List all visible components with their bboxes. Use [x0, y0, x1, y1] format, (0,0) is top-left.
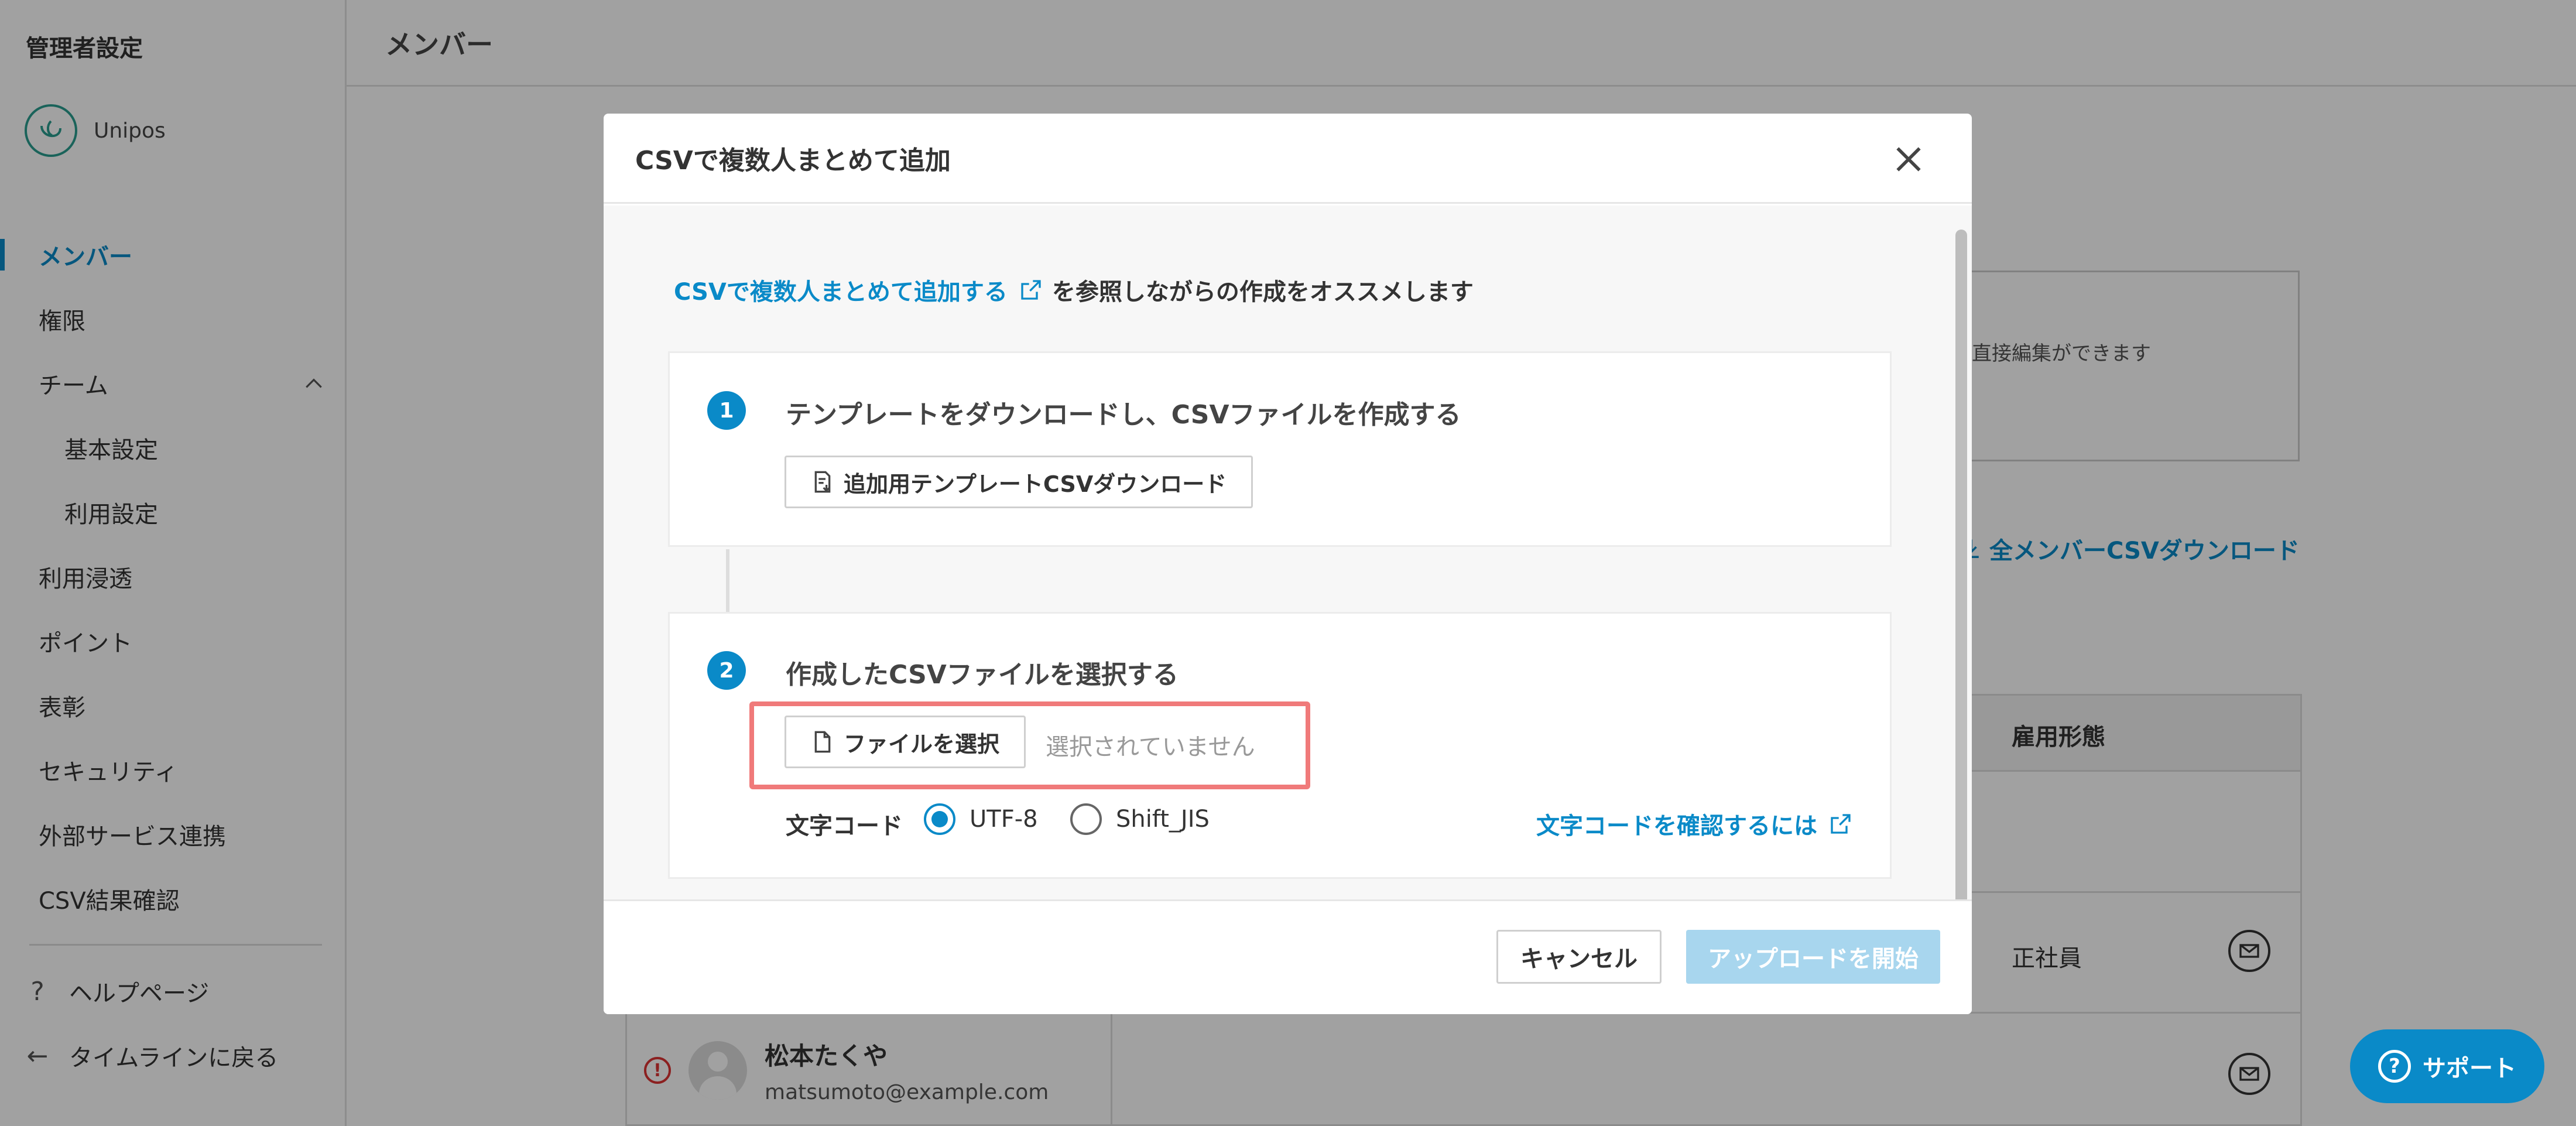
encoding-utf8-radio[interactable]: UTF-8 [924, 803, 1038, 835]
close-icon[interactable] [1892, 143, 1925, 176]
download-template-label: 追加用テンプレートCSVダウンロード [844, 471, 1227, 497]
choose-file-button[interactable]: ファイルを選択 [785, 716, 1026, 768]
file-download-icon [814, 471, 831, 493]
file-status: 選択されていません [1046, 734, 1255, 761]
question-circle-icon: ? [2378, 1050, 2411, 1083]
external-link-icon [1021, 280, 1041, 300]
download-template-button[interactable]: 追加用テンプレートCSVダウンロード [785, 456, 1253, 508]
intro-line: CSVで複数人まとめて追加する を参照しながらの作成をオススメします [674, 273, 1474, 307]
encoding-utf8-label: UTF-8 [970, 806, 1038, 833]
encoding-shiftjis-radio[interactable]: Shift_JIS [1070, 803, 1210, 835]
step-1-card [668, 351, 1892, 547]
file-icon [814, 731, 831, 753]
step-connector [726, 549, 729, 615]
csv-guide-link-label: CSVで複数人まとめて追加する [674, 279, 1008, 306]
check-encoding-link[interactable]: 文字コードを確認するには [1536, 807, 1852, 841]
radio-circle [924, 803, 955, 835]
step-1-number: 1 [707, 391, 746, 430]
start-upload-button[interactable]: アップロードを開始 [1686, 930, 1940, 984]
step-2-number: 2 [707, 651, 746, 690]
step-1-title: テンプレートをダウンロードし、CSVファイルを作成する [786, 400, 1461, 430]
radio-circle [1070, 803, 1102, 835]
intro-text: を参照しながらの作成をオススメします [1051, 279, 1474, 306]
modal-title: CSVで複数人まとめて追加 [604, 114, 1972, 204]
encoding-label: 文字コード [786, 813, 903, 840]
external-link-icon [1831, 814, 1851, 834]
choose-file-label: ファイルを選択 [844, 731, 1000, 757]
support-button[interactable]: ? サポート [2350, 1029, 2544, 1103]
support-label: サポート [2423, 1055, 2516, 1082]
encoding-shiftjis-label: Shift_JIS [1116, 806, 1210, 833]
step-2-title: 作成したCSVファイルを選択する [786, 660, 1179, 690]
check-encoding-label: 文字コードを確認するには [1536, 813, 1817, 840]
csv-guide-link[interactable]: CSVで複数人まとめて追加する [674, 273, 1043, 307]
modal-scrollbar[interactable] [1955, 230, 1967, 946]
cancel-button[interactable]: キャンセル [1496, 930, 1662, 984]
csv-import-modal: CSVで複数人まとめて追加 [604, 114, 1972, 1014]
modal-body [604, 206, 1972, 1012]
